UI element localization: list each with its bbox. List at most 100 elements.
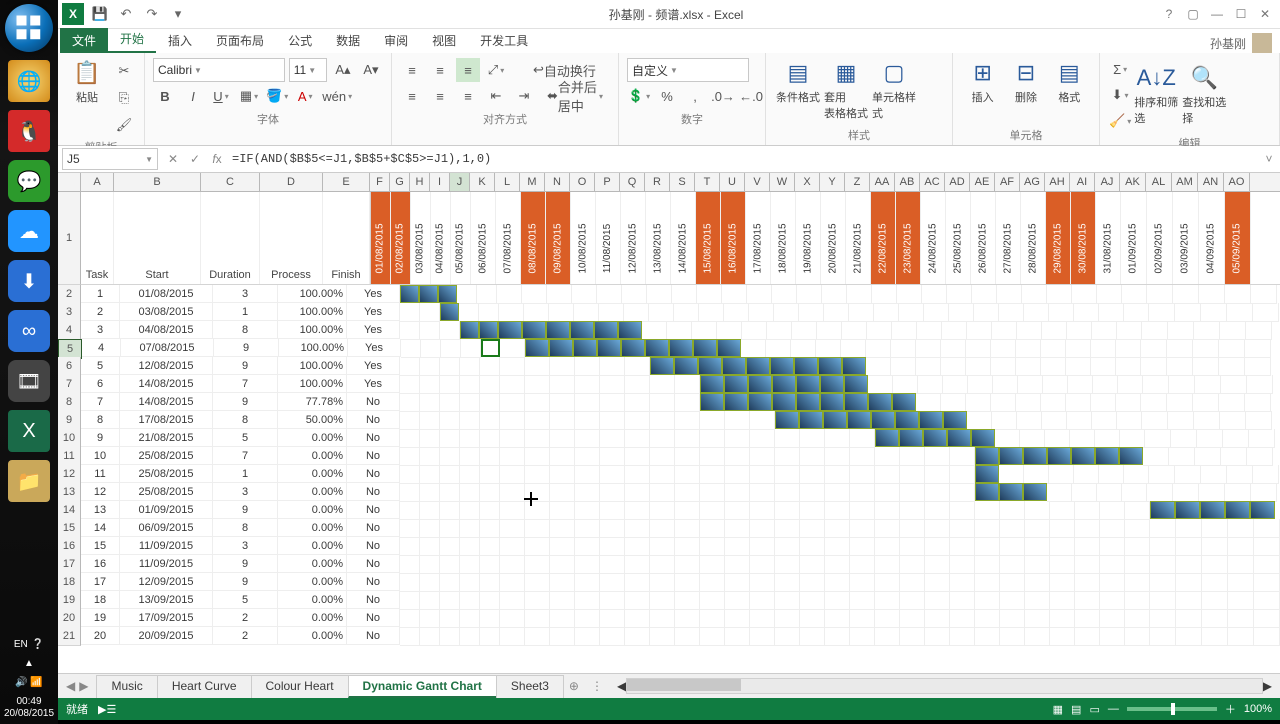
gantt-21-34[interactable]: [1228, 627, 1254, 646]
find-select[interactable]: 🔍查找和选择: [1180, 62, 1228, 128]
gantt-14-29[interactable]: [1100, 501, 1125, 520]
gantt-3-14[interactable]: [724, 303, 749, 322]
gantt-8-25[interactable]: [991, 393, 1016, 412]
gantt-3-12[interactable]: [674, 303, 699, 322]
gantt-3-35[interactable]: [1253, 303, 1279, 322]
macro-record-icon[interactable]: ▶☰: [98, 703, 116, 716]
gantt-8-17[interactable]: [796, 393, 820, 411]
gantt-13-16[interactable]: [775, 483, 800, 502]
gantt-18-16[interactable]: [775, 573, 800, 592]
formula-input[interactable]: =IF(AND($B$5<=J1,$B$5+$C$5>=J1),1,0): [228, 152, 1258, 166]
gantt-6-9[interactable]: [600, 357, 625, 376]
col-AM[interactable]: AM: [1172, 173, 1198, 191]
gantt-9-29[interactable]: [1092, 411, 1117, 430]
gantt-11-22[interactable]: [925, 447, 950, 466]
gantt-20-23[interactable]: [950, 609, 975, 628]
gantt-16-22[interactable]: [925, 537, 950, 556]
gantt-5-12[interactable]: [669, 339, 693, 357]
gantt-16-24[interactable]: [975, 537, 1000, 556]
cell-A18[interactable]: 17: [81, 573, 120, 591]
cell-E16[interactable]: No: [347, 537, 400, 555]
cell-C16[interactable]: 3: [213, 537, 278, 555]
gantt-17-14[interactable]: [725, 555, 750, 574]
gantt-19-25[interactable]: [1000, 591, 1025, 610]
gantt-16-23[interactable]: [950, 537, 975, 556]
col-N[interactable]: N: [545, 173, 570, 191]
close-button[interactable]: ✕: [1256, 7, 1274, 21]
cell-B17[interactable]: 11/09/2015: [120, 555, 213, 573]
gantt-10-27[interactable]: [1045, 429, 1070, 448]
gantt-16-10[interactable]: [625, 537, 650, 556]
cell-D17[interactable]: 0.00%: [278, 555, 347, 573]
gantt-15-17[interactable]: [800, 519, 825, 538]
row-13-header[interactable]: 13: [58, 483, 81, 502]
gantt-9-30[interactable]: [1117, 411, 1142, 430]
gantt-18-2[interactable]: [440, 573, 460, 592]
gantt-21-26[interactable]: [1025, 627, 1050, 646]
gantt-11-12[interactable]: [675, 447, 700, 466]
gantt-14-33[interactable]: [1200, 501, 1225, 519]
gantt-17-5[interactable]: [500, 555, 525, 574]
gantt-4-2[interactable]: [440, 321, 460, 340]
cell-C11[interactable]: 7: [213, 447, 278, 465]
gantt-15-25[interactable]: [1000, 519, 1025, 538]
gantt-17-0[interactable]: [400, 555, 420, 574]
gantt-16-1[interactable]: [420, 537, 440, 556]
gantt-10-18[interactable]: [825, 429, 850, 448]
sheet-tab[interactable]: Colour Heart: [251, 675, 349, 698]
gantt-16-2[interactable]: [440, 537, 460, 556]
gantt-12-10[interactable]: [625, 465, 650, 484]
gantt-13-11[interactable]: [650, 483, 675, 502]
gantt-13-23[interactable]: [950, 483, 975, 502]
gantt-13-30[interactable]: [1122, 483, 1147, 502]
gantt-5-6[interactable]: [525, 339, 549, 357]
gantt-13-9[interactable]: [600, 483, 625, 502]
gantt-8-18[interactable]: [820, 393, 844, 411]
gantt-6-20[interactable]: [866, 357, 891, 376]
cut-button[interactable]: ✂: [112, 59, 136, 83]
cell-styles[interactable]: ▢单元格样式: [870, 57, 918, 125]
gantt-17-30[interactable]: [1125, 555, 1150, 574]
gantt-6-33[interactable]: [1193, 357, 1219, 376]
gantt-8-27[interactable]: [1041, 393, 1066, 412]
col-J[interactable]: J: [450, 173, 470, 191]
gantt-20-6[interactable]: [525, 609, 550, 628]
gantt-8-2[interactable]: [440, 393, 460, 412]
gantt-13-22[interactable]: [925, 483, 950, 502]
sheet-nav-last[interactable]: ▶: [79, 679, 88, 693]
cell-C17[interactable]: 9: [213, 555, 278, 573]
gantt-12-32[interactable]: [1175, 465, 1201, 484]
gantt-16-7[interactable]: [550, 537, 575, 556]
gantt-18-20[interactable]: [875, 573, 900, 592]
gantt-15-29[interactable]: [1100, 519, 1125, 538]
gantt-15-31[interactable]: [1150, 519, 1176, 538]
gantt-9-2[interactable]: [440, 411, 460, 430]
gantt-16-15[interactable]: [750, 537, 775, 556]
ribbon-tab-0[interactable]: 文件: [60, 28, 108, 53]
maximize-button[interactable]: ☐: [1232, 7, 1250, 21]
gantt-4-29[interactable]: [1092, 321, 1117, 340]
horizontal-scrollbar[interactable]: ◀▶: [609, 678, 1280, 694]
col-AC[interactable]: AC: [920, 173, 945, 191]
gantt-18-27[interactable]: [1050, 573, 1075, 592]
excel-taskbar-icon[interactable]: X: [8, 410, 50, 452]
cell-E9[interactable]: No: [347, 411, 400, 429]
gantt-6-19[interactable]: [842, 357, 866, 375]
gantt-4-35[interactable]: [1246, 321, 1272, 340]
save-button[interactable]: 💾: [90, 4, 110, 24]
gantt-5-34[interactable]: [1219, 339, 1245, 358]
gantt-6-4[interactable]: [480, 357, 500, 376]
gantt-16-18[interactable]: [825, 537, 850, 556]
gantt-8-23[interactable]: [941, 393, 966, 412]
row-9-header[interactable]: 9: [58, 411, 81, 430]
cell-E11[interactable]: No: [347, 447, 400, 465]
border-button[interactable]: ▦▾: [237, 84, 261, 108]
col-AD[interactable]: AD: [945, 173, 970, 191]
gantt-5-17[interactable]: [791, 339, 816, 358]
autosum[interactable]: Σ▾: [1108, 57, 1132, 81]
gantt-21-21[interactable]: [900, 627, 925, 646]
gantt-17-20[interactable]: [875, 555, 900, 574]
gantt-16-20[interactable]: [875, 537, 900, 556]
gantt-4-19[interactable]: [842, 321, 867, 340]
cell-D9[interactable]: 50.00%: [278, 411, 347, 429]
